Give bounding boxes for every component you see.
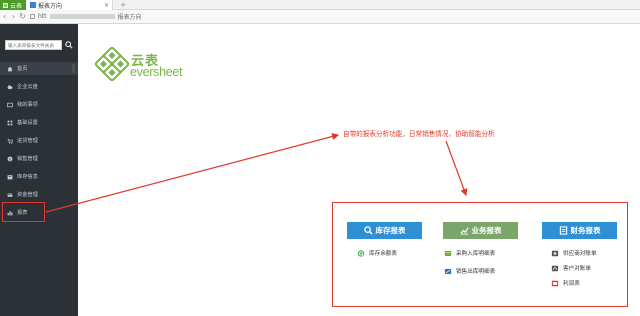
browser-tab-bar: 云表 报表方向 ✕ + — [0, 0, 640, 10]
search-icon — [363, 226, 373, 235]
url-redacted — [49, 14, 115, 19]
forward-icon[interactable]: › — [9, 12, 18, 21]
new-tab-button[interactable]: + — [118, 0, 128, 10]
report-link-profit[interactable]: 利润表 — [551, 278, 580, 288]
lock-icon — [30, 14, 35, 19]
reload-icon[interactable]: ↻ — [18, 12, 27, 21]
report-panel: 库存报表 业务报表 财务报表 库存余额表 采购入库明细表 销售出库明细表 供应商… — [332, 202, 628, 307]
sidebar: 首页 企业云盘 我的事项 基础设置 进货管理 $ 销售管理 库存信息 — [0, 24, 78, 316]
profit-icon — [551, 280, 559, 286]
q-icon — [357, 249, 365, 257]
sidebar-item-label: 库存信息 — [17, 174, 38, 180]
sidebar-item-sales[interactable]: $ 销售管理 — [0, 152, 78, 165]
address-bar: ‹ › ↻ htt 报表方向 — [0, 10, 640, 24]
annotation-text: 自带的报表分析功能，日常销售情况，协助智能分析 — [343, 130, 495, 138]
trend-icon — [459, 227, 469, 235]
purchase-icon — [444, 250, 452, 256]
report-link-supplier-statement[interactable]: 供应商对账单 — [551, 248, 597, 258]
money-icon — [7, 193, 13, 197]
sidebar-item-label: 基础设置 — [17, 120, 38, 126]
sidebar-item-home[interactable]: 首页 — [0, 62, 78, 75]
app-favicon-icon — [3, 2, 8, 8]
business-reports-button[interactable]: 业务报表 — [443, 222, 518, 239]
finance-reports-button[interactable]: 财务报表 — [542, 222, 617, 239]
cloud-icon — [7, 84, 13, 89]
sidebar-item-label: 进货管理 — [17, 138, 38, 144]
url-prefix: htt — [38, 13, 47, 20]
report-link-label: 采购入库明细表 — [456, 251, 496, 257]
report-link-purchase-detail[interactable]: 采购入库明细表 — [444, 248, 495, 258]
report-link-sales-out-detail[interactable]: 销售出库明细表 — [444, 266, 495, 276]
tab-report[interactable]: 报表方向 ✕ — [27, 0, 113, 10]
sidebar-item-label: 我的事项 — [17, 102, 38, 108]
svg-text:$: $ — [9, 157, 11, 161]
arrow-to-annotation — [45, 133, 340, 213]
report-link-label: 供应商对账单 — [563, 251, 597, 257]
tab-report-label: 报表方向 — [38, 2, 63, 10]
sidebar-item-label: 销售管理 — [17, 156, 38, 162]
app-window: 云表 报表方向 ✕ + ‹ › ↻ htt 报表方向 首页 — [0, 0, 640, 316]
tab-cloud-label: 云表 — [10, 2, 23, 10]
supplier-icon — [551, 250, 559, 256]
tab-cloud[interactable]: 云表 — [0, 0, 26, 10]
finance-reports-label: 财务报表 — [570, 226, 601, 235]
stock-icon — [7, 174, 13, 179]
page-favicon-icon — [30, 2, 36, 8]
sidebar-item-label: 企业云盘 — [17, 84, 38, 90]
sales-icon: $ — [7, 156, 13, 161]
sidebar-item-stock[interactable]: 库存信息 — [0, 170, 78, 183]
plus-icon: + — [120, 1, 126, 9]
report-link-label: 销售出库明细表 — [456, 269, 496, 275]
close-tab-icon[interactable]: ✕ — [104, 2, 109, 9]
home-icon — [7, 66, 13, 71]
sidebar-item-label: 资金管理 — [17, 192, 38, 198]
business-reports-label: 业务报表 — [471, 226, 502, 235]
report-link-stock-balance[interactable]: 库存余额表 — [357, 248, 397, 258]
url-suffix: 报表方向 — [117, 14, 142, 21]
url-field[interactable]: htt 报表方向 — [30, 12, 630, 21]
sidebar-item-label: 首页 — [17, 66, 28, 72]
search-icon[interactable] — [65, 41, 73, 49]
cart-icon — [7, 138, 13, 144]
sidebar-search-input[interactable] — [5, 40, 62, 50]
grid-icon — [7, 120, 13, 125]
logo-brand-en: eversheet — [130, 65, 183, 79]
reports-highlight-box — [2, 202, 45, 222]
back-icon[interactable]: ‹ — [0, 12, 9, 21]
sidebar-item-tasks[interactable]: 我的事项 — [0, 98, 78, 111]
sidebar-item-cloud[interactable]: 企业云盘 — [0, 80, 78, 93]
customer-icon — [551, 265, 559, 271]
sidebar-item-settings[interactable]: 基础设置 — [0, 116, 78, 129]
sidebar-collapse-handle[interactable] — [72, 64, 75, 73]
stock-reports-button[interactable]: 库存报表 — [347, 222, 422, 239]
report-link-label: 利润表 — [563, 281, 580, 287]
sidebar-item-purchase[interactable]: 进货管理 — [0, 134, 78, 147]
report-link-label: 客户对账单 — [563, 266, 591, 272]
report-link-customer-statement[interactable]: 客户对账单 — [551, 263, 591, 273]
report-icon — [559, 226, 567, 235]
report-link-label: 库存余额表 — [369, 251, 397, 257]
sidebar-item-money[interactable]: 资金管理 — [0, 188, 78, 201]
arrow-to-panel — [445, 140, 468, 197]
inbox-icon — [7, 102, 13, 107]
sales-out-icon — [444, 268, 452, 274]
stock-reports-label: 库存报表 — [375, 226, 406, 235]
